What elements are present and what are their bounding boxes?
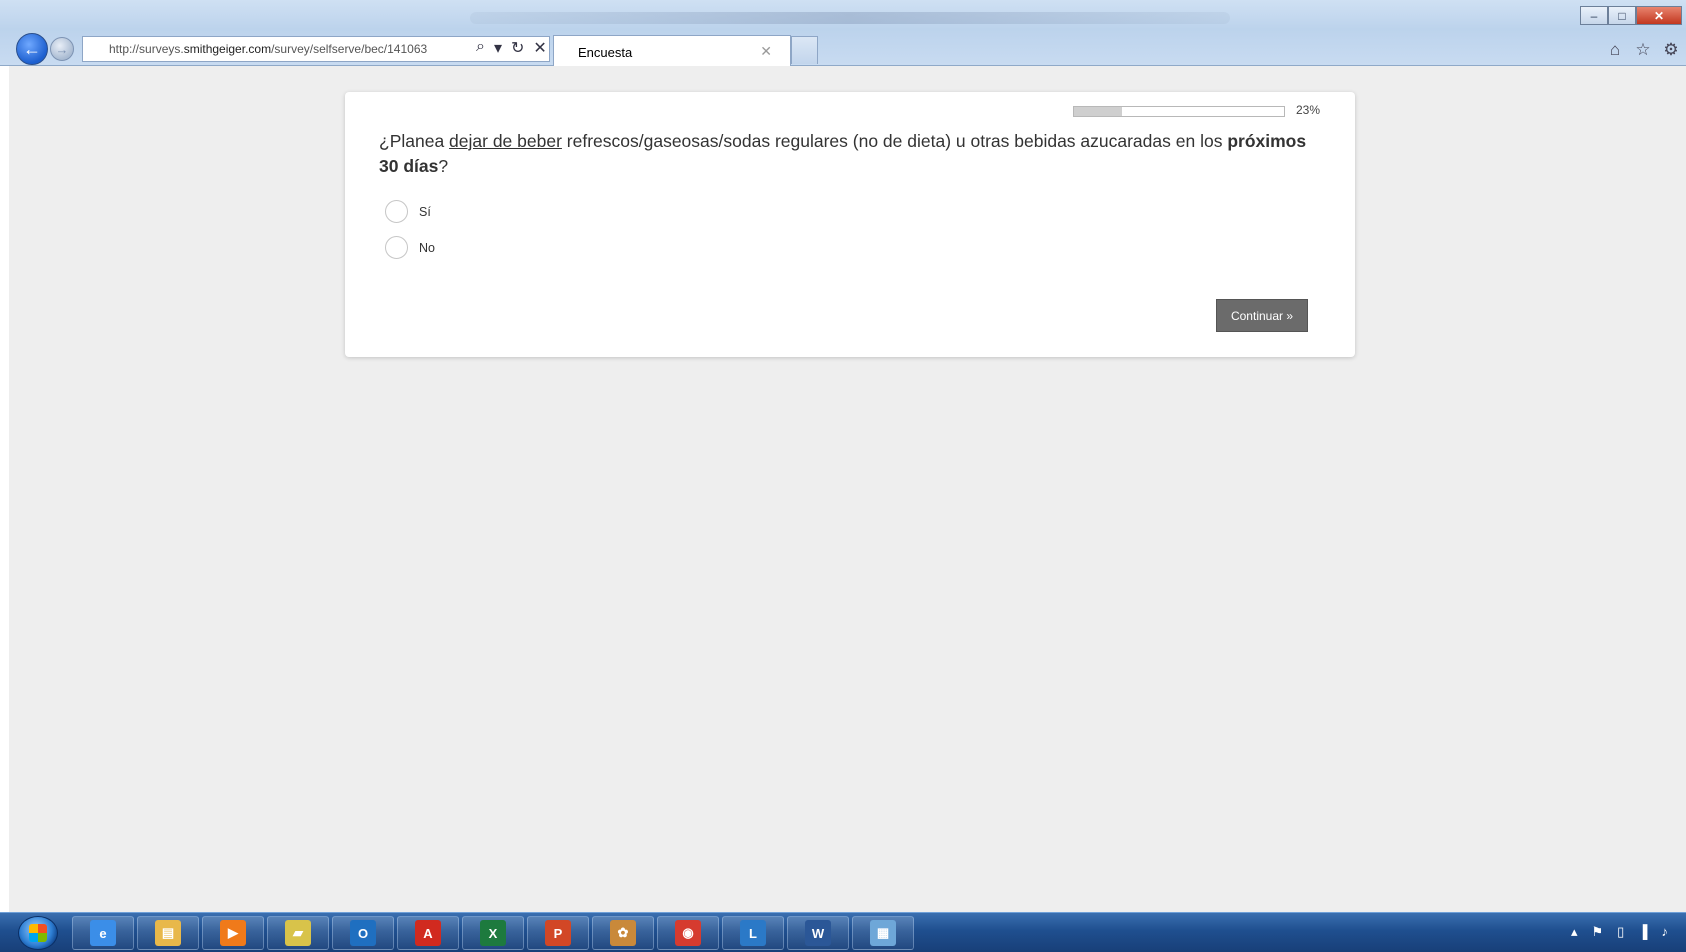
chrome-icon: ◉	[675, 920, 701, 946]
battery-icon[interactable]: ▯	[1617, 924, 1624, 940]
word-icon: W	[805, 920, 831, 946]
browser-chrome: ← → http://surveys.smithgeiger.com/surve…	[0, 0, 1686, 66]
refresh-icon[interactable]: ↻	[511, 38, 524, 58]
taskbar-app-internet-explorer[interactable]: e	[72, 916, 134, 950]
windows-logo-icon	[29, 924, 47, 942]
taskbar-app-outlook[interactable]: O	[332, 916, 394, 950]
action-center-flag-icon[interactable]: ⚑	[1591, 924, 1603, 940]
forward-button[interactable]: →	[50, 37, 74, 61]
outlook-icon: O	[350, 920, 376, 946]
new-tab-button[interactable]	[791, 36, 818, 64]
volume-icon[interactable]: ♪	[1662, 924, 1669, 940]
window-controls: – □ ✕	[1580, 6, 1682, 25]
excel-icon: X	[480, 920, 506, 946]
file-explorer-icon: ▤	[155, 920, 181, 946]
media-player-icon: ▶	[220, 920, 246, 946]
stop-icon[interactable]: ✕	[533, 38, 546, 58]
option-label-no: No	[419, 240, 435, 255]
address-url[interactable]: http://surveys.smithgeiger.com/survey/se…	[109, 42, 427, 56]
option-label-si: Sí	[419, 204, 431, 219]
continue-button[interactable]: Continuar »	[1216, 299, 1308, 332]
tab-title: Encuesta	[578, 45, 633, 60]
taskbar-app-chrome[interactable]: ◉	[657, 916, 719, 950]
taskbar-app-paint-app[interactable]: ✿	[592, 916, 654, 950]
taskbar-app-lync[interactable]: L	[722, 916, 784, 950]
browser-toolbar-icons: ⌂ ☆ ⚙	[1606, 40, 1680, 60]
question-emphasis-underline: dejar de beber	[449, 131, 562, 151]
remote-desktop-icon: ▦	[870, 920, 896, 946]
dropdown-icon[interactable]: ▾	[494, 38, 502, 58]
survey-card: 23% ¿Planea dejar de beber refrescos/gas…	[345, 92, 1355, 357]
taskbar-app-excel[interactable]: X	[462, 916, 524, 950]
system-tray: ▴ ⚑ ▯ ▐ ♪	[1571, 924, 1668, 940]
back-arrow-icon: ←	[23, 38, 41, 59]
settings-gear-icon[interactable]: ⚙	[1662, 40, 1680, 60]
taskbar: e ▤ ▶ ▰ O A X P ✿ ◉ L W ▦ ▴ ⚑ ▯ ▐ ♪	[0, 912, 1686, 952]
radio-no[interactable]	[385, 236, 408, 259]
maximize-icon[interactable]: □	[1608, 6, 1636, 25]
taskbar-app-adobe-reader[interactable]: A	[397, 916, 459, 950]
address-bar-tools: ⌕ ▾ ↻ ✕	[476, 38, 547, 58]
taskbar-app-word[interactable]: W	[787, 916, 849, 950]
taskbar-app-powerpoint[interactable]: P	[527, 916, 589, 950]
favorites-star-icon[interactable]: ☆	[1634, 40, 1652, 60]
option-si[interactable]: Sí	[385, 200, 431, 223]
show-hidden-icon[interactable]: ▴	[1571, 924, 1578, 940]
window-title-bar	[470, 12, 1230, 24]
home-icon[interactable]: ⌂	[1606, 40, 1624, 60]
question-text: ¿Planea dejar de beber refrescos/gaseosa…	[379, 131, 1307, 176]
search-icon[interactable]: ⌕	[476, 38, 485, 58]
sticky-notes-icon: ▰	[285, 920, 311, 946]
page-content: 23% ¿Planea dejar de beber refrescos/gas…	[9, 66, 1686, 912]
signal-icon[interactable]: ▐	[1638, 924, 1647, 940]
paint-app-icon: ✿	[610, 920, 636, 946]
forward-arrow-icon: →	[55, 41, 69, 57]
tab-close-icon[interactable]: ✕	[760, 43, 772, 60]
taskbar-app-file-explorer[interactable]: ▤	[137, 916, 199, 950]
minimize-icon[interactable]: –	[1580, 6, 1608, 25]
internet-explorer-icon: e	[90, 920, 116, 946]
radio-si[interactable]	[385, 200, 408, 223]
start-button[interactable]	[18, 916, 58, 950]
powerpoint-icon: P	[545, 920, 571, 946]
back-button[interactable]: ←	[16, 33, 48, 65]
taskbar-app-sticky-notes[interactable]: ▰	[267, 916, 329, 950]
adobe-reader-icon: A	[415, 920, 441, 946]
progress-fill	[1074, 107, 1123, 116]
taskbar-app-remote-desktop[interactable]: ▦	[852, 916, 914, 950]
progress-label: 23%	[1296, 103, 1321, 117]
progress-bar	[1073, 106, 1285, 117]
taskbar-app-media-player[interactable]: ▶	[202, 916, 264, 950]
option-no[interactable]: No	[385, 236, 435, 259]
tab-encuesta[interactable]: Encuesta ✕	[553, 35, 791, 66]
window-close-icon[interactable]: ✕	[1636, 6, 1682, 25]
lync-icon: L	[740, 920, 766, 946]
